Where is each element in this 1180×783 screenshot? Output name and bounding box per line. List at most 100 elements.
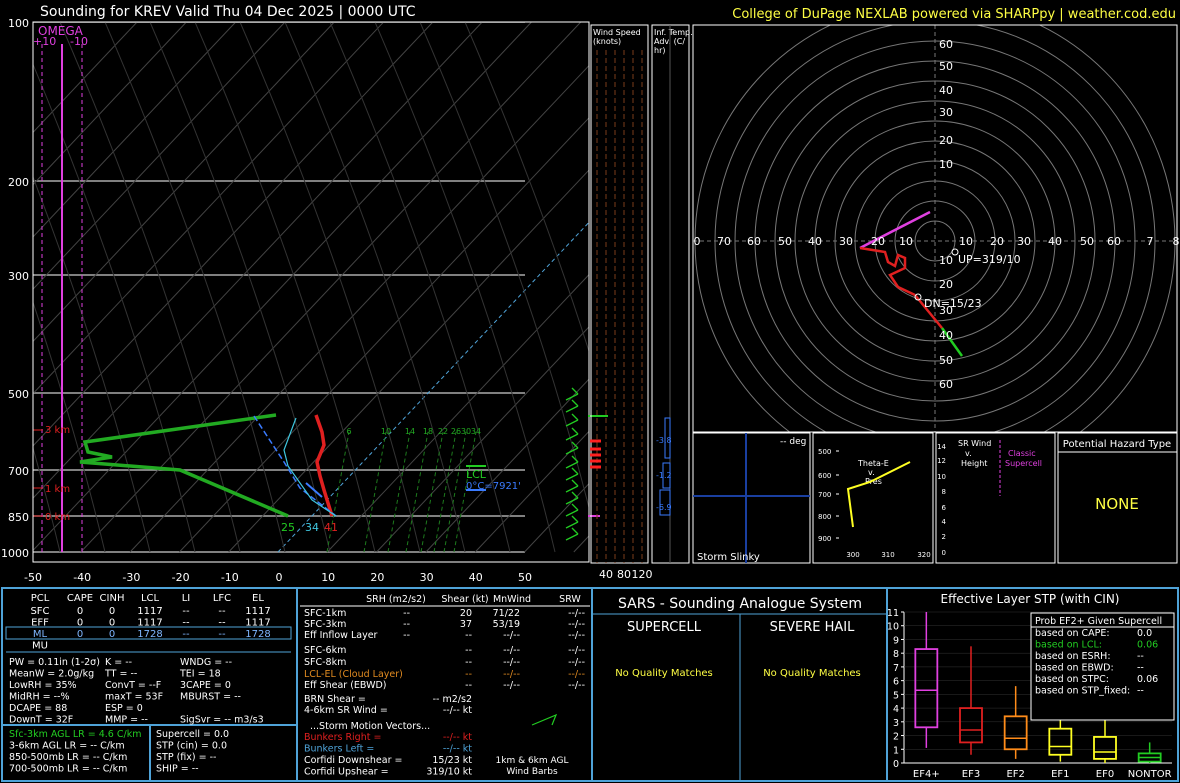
mixing-ratio-line	[326, 431, 350, 553]
kine-header: SRW	[559, 594, 581, 605]
dry-adiabat	[104, 22, 286, 553]
parcel-header: LI	[182, 593, 191, 604]
isotherm	[129, 64, 589, 553]
hodo-y-label: 40	[939, 84, 953, 97]
temp-label: -40	[73, 571, 91, 584]
sr-y-label: 4	[942, 518, 947, 526]
hodo-x-label: 50	[1080, 235, 1094, 248]
mixing-ratio-label: 30	[461, 427, 471, 436]
slinky-title: Storm Slinky	[697, 552, 760, 563]
kine-cell: --/--	[503, 657, 520, 668]
theta-y-label: 800	[818, 513, 831, 521]
temperature-profile	[314, 414, 334, 517]
sr-y-label: 12	[937, 457, 946, 465]
sr-y-label: 14	[937, 443, 946, 451]
stp-y-tick: 7	[893, 663, 899, 674]
temp-label: 40	[469, 571, 483, 584]
prob-value: 0.0	[1137, 628, 1152, 639]
parcel-header: CAPE	[67, 593, 93, 604]
theta-title-2: v.	[868, 468, 875, 477]
dry-adiabat	[419, 22, 589, 510]
thermo-index: TT = --	[104, 669, 137, 680]
parcel-cell: 1728	[245, 629, 270, 640]
prob-value: --	[1137, 686, 1144, 697]
wind-speed-tick-120: 120	[632, 568, 653, 581]
parcel-cell: ML	[33, 629, 48, 640]
parcel-cell: --	[182, 618, 190, 629]
inferred-temp-advection-inset: Inf. Temp. Adv. (C/ hr) -3.8 -1.2 -6.9	[651, 24, 693, 564]
sr-y-label: 2	[942, 533, 946, 541]
kine-row-label: SFC-3km	[304, 619, 346, 630]
stp-category-label: EF2	[1006, 769, 1024, 780]
prob-label: based on LCL:	[1035, 640, 1102, 651]
pressure-label-700: 700	[8, 465, 29, 478]
hodo-x-label: 30	[1017, 235, 1031, 248]
kine-row-label: SFC-6km	[304, 645, 346, 656]
storm-motion-value: 15/23 kt	[432, 755, 472, 766]
parcel-cell: 1117	[245, 606, 270, 617]
parcel-cell: 0	[77, 629, 83, 640]
stp-y-tick: 9	[893, 635, 899, 646]
thermo-index: DownT = 32F	[9, 715, 73, 726]
downdraft-label: DN=15/23	[924, 297, 982, 310]
kine-cell: 53/19	[493, 619, 520, 630]
thermo-index: DCAPE = 88	[9, 703, 67, 714]
composite-index: STP (cin) = 0.0	[156, 741, 227, 752]
parcel-cell: --	[218, 629, 226, 640]
inf-temp-value-3: -6.9	[656, 503, 672, 512]
inf-temp-value-1: -3.8	[656, 436, 672, 445]
kine-row-label: LCL-EL (Cloud Layer)	[304, 669, 403, 680]
theta-y-label: 600	[818, 472, 831, 480]
thermo-index: TEI = 18	[179, 669, 221, 680]
kine-cell: --/--	[503, 669, 520, 680]
kine-header: SRH (m2/s2)	[366, 594, 426, 605]
storm-motion-title: ...Storm Motion Vectors...	[310, 721, 430, 732]
thermo-indices: PW = 0.11in (1-2σ) K = -- WNDG = -- MeanW =…	[9, 657, 264, 726]
theta-e-profile	[846, 461, 911, 528]
freezing-level-label: 0°C=7921'	[466, 481, 521, 492]
hodo-x-label: 40	[1048, 235, 1062, 248]
prob-label: based on STPC:	[1035, 674, 1109, 685]
dry-adiabat	[284, 22, 466, 553]
mixing-ratio-line	[443, 431, 467, 553]
prob-value: 0.06	[1137, 640, 1158, 651]
temp-label: -10	[221, 571, 239, 584]
temp-label: 30	[420, 571, 434, 584]
kine-cell: --/--	[568, 608, 585, 619]
kine-cell: --/--	[568, 645, 585, 656]
parcel-cell: --	[218, 606, 226, 617]
prob-label: based on STP_fixed:	[1035, 686, 1130, 697]
isotherm	[376, 326, 589, 553]
thermo-index: 3CAPE = 0	[180, 680, 231, 691]
parcel-cell: 0	[77, 618, 83, 629]
pressure-label-300: 300	[8, 270, 29, 283]
stp-box	[959, 707, 983, 744]
wind-speed-title-2: (knots)	[593, 37, 621, 46]
kine-cell: --	[465, 645, 472, 656]
sars-hail-title: SEVERE HAIL	[770, 620, 855, 635]
storm-motion-label: Corfidi Downshear =	[304, 755, 402, 766]
theta-e-panel: 500600700800900300 310 320 Theta-E v. Pres	[812, 432, 934, 564]
stp-chart: Effective Layer STP (with CIN) 0 1 2 3 4 5 6 7 8…	[887, 592, 1175, 780]
prob-label: based on CAPE:	[1035, 628, 1110, 639]
theta-y-label: 700	[818, 491, 831, 499]
stp-y-tick: 6	[893, 677, 899, 688]
sars-hail-result: No Quality Matches	[763, 668, 861, 679]
thermo-index: maxT = 53F	[105, 692, 163, 703]
hodo-x-label: 20	[990, 235, 1004, 248]
theta-x-label: 320	[917, 551, 930, 559]
parcel-cell: 1117	[137, 618, 162, 629]
temp-label: -50	[24, 571, 42, 584]
stp-y-tick: 0	[893, 759, 899, 770]
dry-adiabat	[59, 22, 241, 553]
stp-title: Effective Layer STP (with CIN)	[941, 592, 1120, 606]
hodo-x-label: 20	[871, 235, 885, 248]
theta-title-1: Theta-E	[857, 459, 889, 468]
stp-y-tick: 11	[887, 608, 899, 619]
mixing-ratio-label: 10	[381, 427, 391, 436]
stp-y-tick: 8	[893, 649, 899, 660]
parcel-header: CINH	[100, 593, 125, 604]
storm-motion-value: --/-- kt	[443, 744, 472, 755]
thermo-index: MBURST = --	[180, 692, 241, 703]
stp-y-tick: 2	[893, 732, 899, 743]
